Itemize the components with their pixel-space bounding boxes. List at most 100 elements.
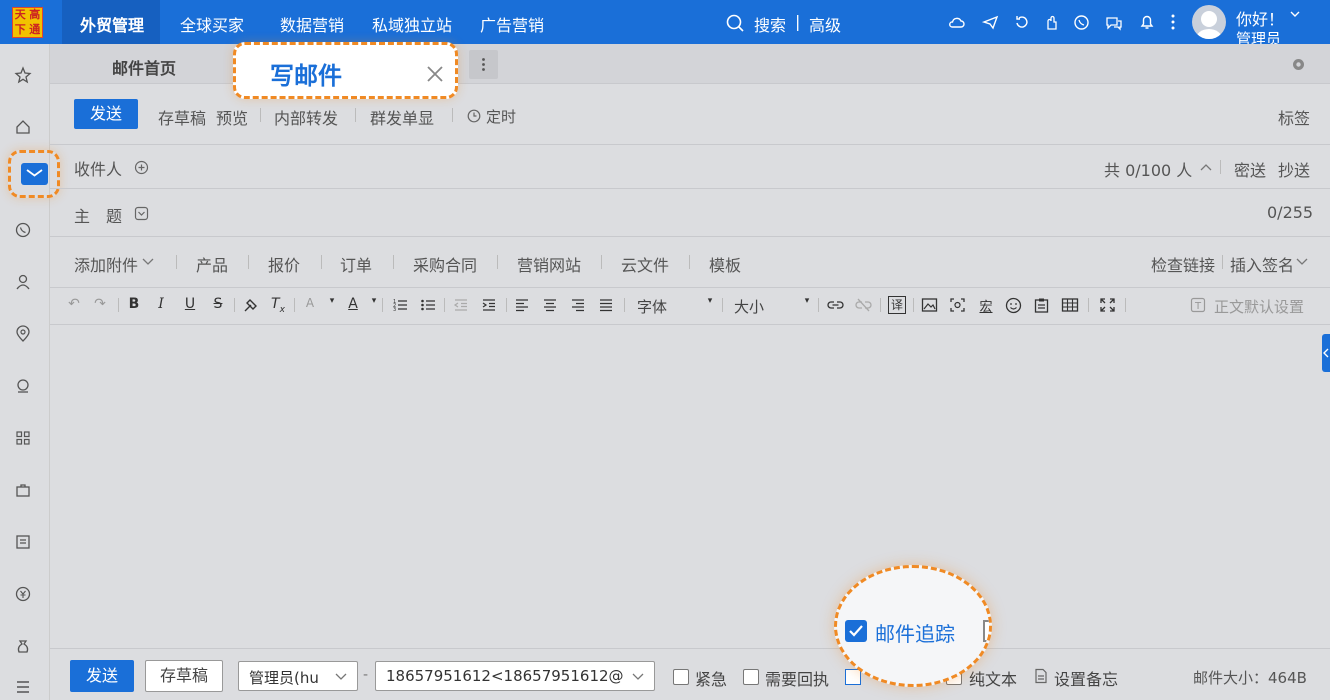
save-draft-link[interactable]: 存草稿	[158, 105, 206, 129]
sidebar-item-mail[interactable]	[21, 163, 48, 185]
tab-mail-home[interactable]: 邮件首页	[112, 55, 176, 79]
advanced-search-link[interactable]: 高级	[809, 12, 841, 36]
align-right-icon[interactable]	[570, 297, 586, 313]
settings-gear-icon[interactable]	[1291, 57, 1306, 72]
font-family-select[interactable]: 字体	[637, 296, 667, 317]
briefcase-icon[interactable]	[14, 481, 32, 499]
underline-icon[interactable]: U	[180, 296, 200, 312]
nav-item-ad-marketing[interactable]: 广告营销	[480, 12, 544, 36]
caret-down-icon[interactable]: ▾	[322, 296, 342, 306]
font-color-icon[interactable]: A	[343, 296, 363, 312]
caret-down-icon[interactable]: ▾	[700, 296, 720, 306]
send-button[interactable]: 发送	[74, 99, 138, 129]
unlink-icon[interactable]	[855, 297, 872, 313]
table-icon[interactable]	[1061, 297, 1079, 313]
attach-product[interactable]: 产品	[196, 252, 228, 276]
avatar[interactable]	[1192, 5, 1226, 39]
chat-icon[interactable]	[1105, 14, 1123, 31]
caret-down-icon[interactable]: ▾	[364, 296, 384, 306]
chevron-down-icon[interactable]	[1290, 10, 1300, 18]
align-center-icon[interactable]	[542, 297, 558, 313]
nav-item-trade-management[interactable]: 外贸管理	[80, 12, 144, 36]
tags-link[interactable]: 标签	[1278, 105, 1310, 129]
clock-icon[interactable]	[467, 109, 481, 123]
bcc-link[interactable]: 密送	[1234, 157, 1266, 181]
chevron-down-icon[interactable]	[1296, 258, 1308, 266]
chevron-down-icon[interactable]	[142, 258, 154, 266]
whatsapp-icon[interactable]	[14, 221, 32, 239]
side-panel-toggle[interactable]	[1322, 334, 1330, 372]
attach-purchase-contract[interactable]: 采购合同	[413, 252, 477, 276]
align-left-icon[interactable]	[514, 297, 530, 313]
screenshot-icon[interactable]	[949, 297, 966, 313]
format-painter-icon[interactable]	[242, 297, 259, 314]
add-recipient-icon[interactable]	[134, 160, 149, 175]
emoji-icon[interactable]	[1005, 297, 1022, 314]
justify-icon[interactable]	[598, 297, 614, 313]
currency-icon[interactable]	[14, 585, 32, 603]
footer-tracking-checkbox[interactable]	[845, 669, 861, 685]
caret-down-icon[interactable]: ▾	[797, 296, 817, 306]
attach-template[interactable]: 模板	[709, 252, 741, 276]
more-vertical-icon[interactable]	[1168, 13, 1178, 31]
close-icon[interactable]	[426, 65, 444, 83]
scheduled-send-link[interactable]: 定时	[486, 106, 516, 127]
ordered-list-icon[interactable]: 123	[392, 297, 408, 313]
user-icon[interactable]	[14, 273, 32, 291]
redo-icon[interactable]: ↷	[90, 296, 110, 312]
bold-icon[interactable]: B	[124, 296, 144, 312]
add-attachment-dropdown[interactable]: 添加附件	[74, 252, 138, 276]
send-mail-icon[interactable]	[982, 14, 999, 31]
whatsapp-icon[interactable]	[1073, 14, 1090, 31]
list-icon[interactable]	[14, 533, 32, 551]
tracking-checkbox[interactable]	[845, 620, 867, 642]
footer-send-button[interactable]: 发送	[70, 660, 134, 692]
clipboard-icon[interactable]	[1033, 297, 1050, 314]
bullet-list-icon[interactable]	[420, 297, 436, 313]
tab-more-button[interactable]	[469, 50, 498, 79]
default-body-settings[interactable]: 正文默认设置	[1214, 296, 1304, 317]
cc-link[interactable]: 抄送	[1278, 157, 1310, 181]
nav-item-data-marketing[interactable]: 数据营销	[280, 12, 344, 36]
subject-template-icon[interactable]	[134, 206, 149, 221]
hand-icon[interactable]	[1043, 14, 1060, 31]
check-links-button[interactable]: 检查链接	[1151, 252, 1215, 276]
attach-quotation[interactable]: 报价	[268, 252, 300, 276]
memo-icon[interactable]	[1034, 668, 1048, 684]
nav-item-private-site[interactable]: 私域独立站	[372, 12, 452, 36]
text-settings-icon[interactable]: T	[1190, 297, 1206, 313]
search-label[interactable]: 搜索	[754, 12, 786, 36]
internal-forward-link[interactable]: 内部转发	[274, 105, 338, 129]
strikethrough-icon[interactable]: S	[208, 296, 228, 312]
sender-email-select[interactable]: 18657951612<18657951612@	[375, 661, 655, 691]
sender-name-select[interactable]: 管理员(hu	[238, 661, 358, 691]
search-icon[interactable]	[726, 14, 744, 32]
attach-cloud-file[interactable]: 云文件	[621, 252, 669, 276]
group-single-display-link[interactable]: 群发单显	[370, 105, 434, 129]
chevron-up-icon[interactable]	[1200, 163, 1212, 171]
image-icon[interactable]	[921, 297, 938, 313]
link-icon[interactable]	[827, 297, 844, 313]
user-greeting[interactable]: 你好！	[1236, 6, 1284, 30]
font-background-color-icon[interactable]: A	[300, 296, 320, 310]
indent-icon[interactable]	[481, 297, 497, 313]
preview-link[interactable]: 预览	[216, 105, 248, 129]
app-logo[interactable]: 天 高 下 通	[12, 7, 43, 38]
translate-icon[interactable]: 译	[888, 296, 906, 314]
refresh-icon[interactable]	[1013, 14, 1030, 31]
star-icon[interactable]	[14, 66, 32, 84]
home-icon[interactable]	[14, 118, 32, 136]
footer-save-draft-button[interactable]: 存草稿	[145, 660, 223, 692]
customer-service-icon[interactable]	[14, 377, 32, 395]
undo-icon[interactable]: ↶	[64, 296, 84, 312]
read-receipt-checkbox[interactable]	[743, 669, 759, 685]
fullscreen-icon[interactable]	[1099, 297, 1116, 313]
clear-format-icon[interactable]: Tx	[268, 296, 288, 315]
outdent-icon[interactable]	[453, 297, 469, 313]
apps-grid-icon[interactable]	[14, 429, 32, 447]
menu-icon[interactable]	[14, 678, 32, 696]
nav-item-global-buyers[interactable]: 全球买家	[180, 12, 244, 36]
editor-body[interactable]	[50, 326, 1330, 648]
location-pin-icon[interactable]	[14, 325, 32, 343]
macro-icon[interactable]: 宏	[976, 296, 996, 315]
